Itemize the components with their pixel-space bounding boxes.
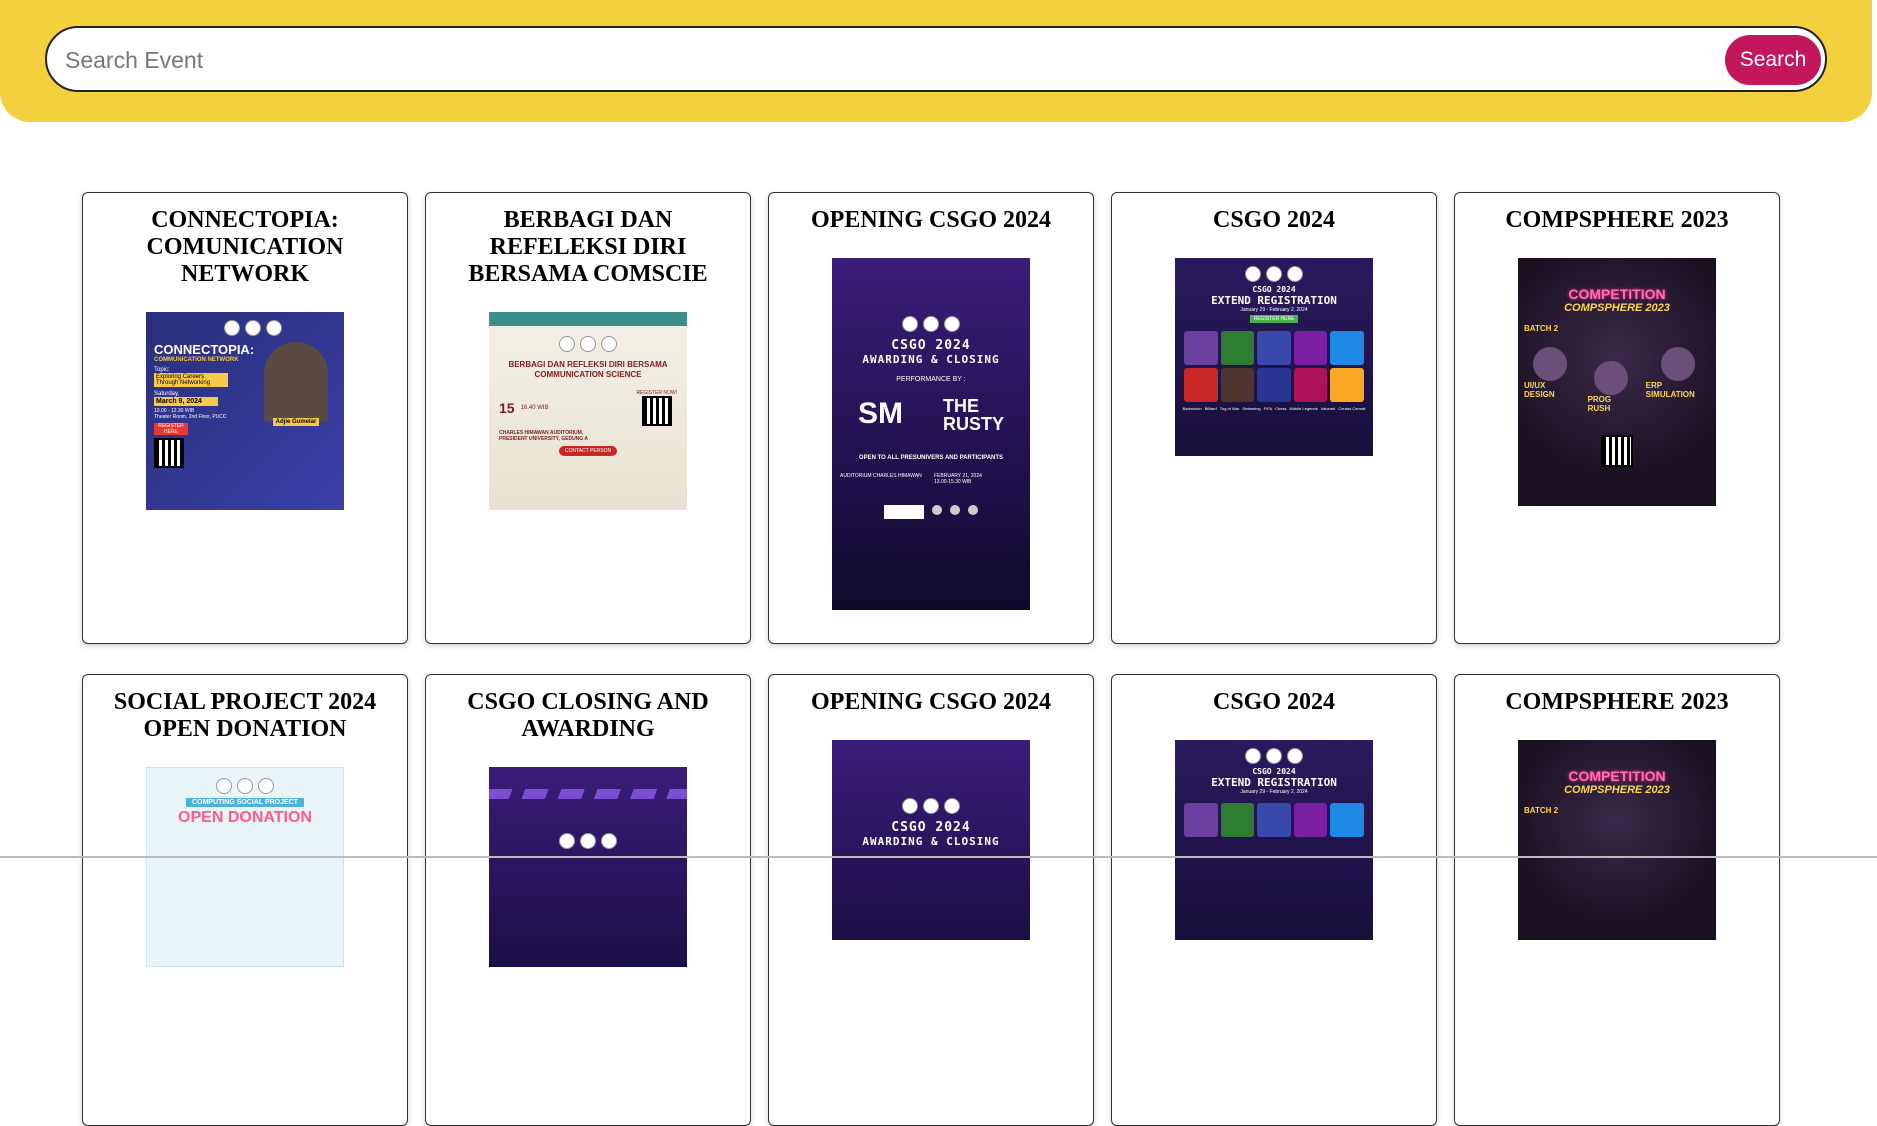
logos-icon [216,778,274,794]
event-card[interactable]: OPENING CSGO 2024 CSGO 2024 AWARDING & C… [768,192,1094,644]
event-title: CSGO 2024 [1212,207,1335,233]
event-card[interactable]: OPENING CSGO 2024 CSGO 2024 AWARDING & C… [768,674,1094,1126]
stripe-decoration [489,789,687,799]
event-title: CSGO CLOSING AND AWARDING [467,689,709,742]
event-poster[interactable]: COMPETITION COMPSPHERE 2023 BATCH 2 [1518,740,1716,940]
event-card[interactable]: CSGO 2024 CSGO 2024 EXTEND REGISTRATION … [1111,674,1437,1126]
event-title: CONNECTOPIA: COMUNICATION NETWORK [146,207,344,287]
event-title: COMPSPHERE 2023 [1505,689,1729,715]
event-card[interactable]: CSGO 2024 CSGO 2024 EXTEND REGISTRATION … [1111,192,1437,644]
event-poster[interactable]: CONNECTOPIA: COMMUNICATION NETWORK Topic… [146,312,344,510]
logos-icon [559,833,617,849]
event-poster[interactable] [489,767,687,967]
performer-logo: SM [857,397,903,430]
event-title: SOCIAL PROJECT 2024 OPEN DONATION [113,689,377,742]
performer-logo: THE RUSTY [942,396,1004,434]
event-card[interactable]: COMPSPHERE 2023 COMPETITION COMPSPHERE 2… [1454,192,1780,644]
sponsor-logos-icon [884,505,978,519]
event-poster[interactable]: COMPUTING SOCIAL PROJECT OPEN DONATION [146,767,344,967]
search-input[interactable] [63,38,1747,82]
qr-code-icon [1601,435,1633,467]
event-poster[interactable]: CSGO 2024 AWARDING & CLOSING PERFORMANCE… [832,258,1030,610]
event-grid: CONNECTOPIA: COMUNICATION NETWORK CONNEC… [82,192,1782,1126]
search-button[interactable]: Search [1725,35,1821,85]
event-poster[interactable]: COMPETITION COMPSPHERE 2023 BATCH 2 UI/U… [1518,258,1716,506]
event-poster[interactable]: CSGO 2024 EXTEND REGISTRATION January 29… [1175,740,1373,940]
logos-icon [902,316,960,332]
event-poster[interactable]: CSGO 2024 EXTEND REGISTRATION January 29… [1175,258,1373,456]
event-title: OPENING CSGO 2024 [810,207,1052,233]
event-card[interactable]: CONNECTOPIA: COMUNICATION NETWORK CONNEC… [82,192,408,644]
search-header: Search [0,0,1872,122]
event-card[interactable]: SOCIAL PROJECT 2024 OPEN DONATION COMPUT… [82,674,408,1126]
event-title: BERBAGI DAN REFELEKSI DIRI BERSAMA COMSC… [468,207,708,287]
event-card[interactable]: CSGO CLOSING AND AWARDING [425,674,751,1126]
event-poster[interactable]: CSGO 2024 AWARDING & CLOSING [832,740,1030,940]
logos-icon [1245,266,1303,282]
event-title: OPENING CSGO 2024 [810,689,1052,715]
event-poster[interactable]: BERBAGI DAN REFLEKSI DIRI BERSAMA COMMUN… [489,312,687,510]
search-bar: Search [45,26,1827,92]
event-card[interactable]: BERBAGI DAN REFELEKSI DIRI BERSAMA COMSC… [425,192,751,644]
event-card[interactable]: COMPSPHERE 2023 COMPETITION COMPSPHERE 2… [1454,674,1780,1126]
qr-code-icon [641,396,672,426]
logos-icon [224,320,282,336]
logos-icon [902,798,960,814]
logos-icon [559,336,617,352]
event-title: CSGO 2024 [1212,689,1335,715]
logos-icon [1245,748,1303,764]
sport-tiles [1184,331,1364,402]
event-title: COMPSPHERE 2023 [1505,207,1729,233]
qr-code-icon [154,438,184,468]
sport-tiles [1184,803,1364,837]
speaker-photo [264,342,328,422]
